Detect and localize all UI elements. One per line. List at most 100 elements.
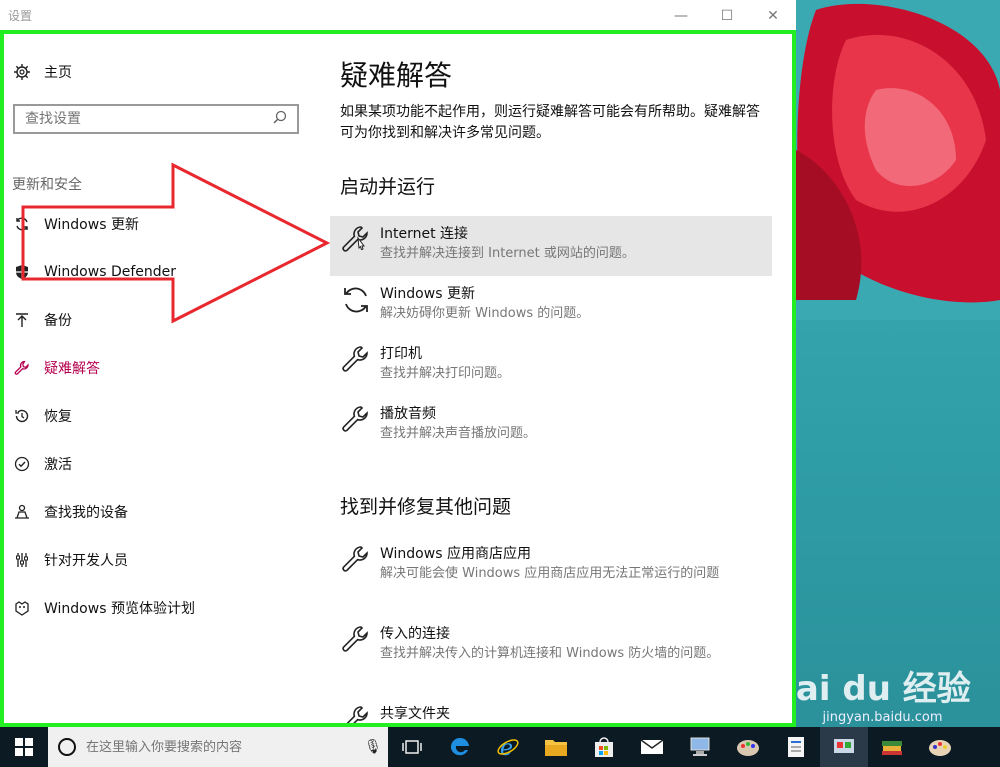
sidebar-item-for-developers[interactable]: 针对开发人员 xyxy=(12,536,195,584)
taskbar-app-network[interactable] xyxy=(676,727,724,767)
palette-icon xyxy=(929,740,951,756)
gear-icon xyxy=(12,62,32,82)
settings-search-input[interactable] xyxy=(25,111,273,127)
search-icon[interactable] xyxy=(273,110,297,128)
taskbar-settings-active[interactable] xyxy=(820,727,868,767)
item-name: Internet 连接 xyxy=(380,226,469,242)
taskbar-store[interactable] xyxy=(580,727,628,767)
taskbar: 🎙 e xyxy=(0,727,1000,767)
refresh-icon xyxy=(344,287,368,313)
sidebar-item-activation[interactable]: 激活 xyxy=(12,440,195,488)
troubleshooter-playing-audio[interactable]: 播放音频 查找并解决声音播放问题。 xyxy=(330,396,772,456)
taskbar-search-input[interactable] xyxy=(86,739,358,755)
sidebar-item-label: Windows 更新 xyxy=(44,217,139,233)
sidebar-item-windows-update[interactable]: Windows 更新 xyxy=(12,200,195,248)
taskbar-app-paint[interactable] xyxy=(724,727,772,767)
store-bag-icon xyxy=(595,737,613,757)
internet-explorer-icon: e xyxy=(497,736,519,759)
task-view-button[interactable] xyxy=(388,727,436,767)
sidebar-item-label: 备份 xyxy=(44,313,72,329)
item-name: Windows 应用商店应用 xyxy=(380,546,531,562)
troubleshooter-printer[interactable]: 打印机 查找并解决打印问题。 xyxy=(330,336,772,396)
item-name: Windows 更新 xyxy=(380,286,475,302)
troubleshooter-store-apps[interactable]: Windows 应用商店应用 解决可能会使 Windows 应用商店应用无法正常… xyxy=(330,536,772,612)
wrench-icon xyxy=(12,358,32,378)
item-desc: 查找并解决连接到 Internet 或网站的问题。 xyxy=(380,246,635,261)
settings-search-box[interactable] xyxy=(13,104,299,134)
watermark-url: jingyan.baidu.com xyxy=(822,710,943,725)
sidebar-item-label: 针对开发人员 xyxy=(44,553,128,569)
check-circle-icon xyxy=(12,454,32,474)
section-update-security: 更新和安全 xyxy=(12,177,82,193)
start-button[interactable] xyxy=(0,727,48,767)
sidebar-item-recovery[interactable]: 恢复 xyxy=(12,392,195,440)
sidebar-item-troubleshoot[interactable]: 疑难解答 xyxy=(0,344,195,392)
wrench-icon xyxy=(342,346,368,372)
sidebar-item-label: Windows 预览体验计划 xyxy=(44,601,195,617)
sidebar-item-windows-insider[interactable]: Windows 预览体验计划 xyxy=(12,584,195,632)
nav-home-label: 主页 xyxy=(44,65,72,81)
books-icon xyxy=(882,741,902,755)
history-icon xyxy=(12,406,32,426)
title-bar: 设置 — ☐ ✕ xyxy=(0,0,796,32)
palette-icon xyxy=(737,740,759,756)
troubleshooter-incoming-connections[interactable]: 传入的连接 查找并解决传入的计算机连接和 Windows 防火墙的问题。 xyxy=(330,616,772,692)
control-panel-icon xyxy=(834,739,854,753)
svg-text:e: e xyxy=(500,736,513,759)
sidebar-item-label: Windows Defender xyxy=(44,264,177,280)
taskbar-app-books[interactable] xyxy=(868,727,916,767)
troubleshooter-shared-folders[interactable]: 共享文件夹 xyxy=(330,696,772,727)
sidebar-item-label: 查找我的设备 xyxy=(44,505,128,521)
item-desc: 查找并解决打印问题。 xyxy=(380,366,511,381)
item-name: 播放音频 xyxy=(380,406,436,422)
item-name: 共享文件夹 xyxy=(380,706,450,722)
flower-wallpaper-image xyxy=(796,0,1000,320)
wrench-icon xyxy=(342,546,368,572)
sidebar-item-windows-defender[interactable]: Windows Defender xyxy=(12,248,195,296)
section-find-and-fix-other: 找到并修复其他问题 xyxy=(340,496,512,518)
wrench-icon xyxy=(342,626,368,652)
settings-window: 设置 — ☐ ✕ 主页 更新和安全 Windows 更新 xyxy=(0,0,796,727)
upload-icon xyxy=(12,310,32,330)
maximize-button[interactable]: ☐ xyxy=(704,0,750,32)
troubleshooter-internet-connections[interactable]: Internet 连接 查找并解决连接到 Internet 或网站的问题。 xyxy=(330,216,772,276)
section-get-up-and-running: 启动并运行 xyxy=(340,176,436,198)
page-title: 疑难解答 xyxy=(340,59,453,92)
item-name: 打印机 xyxy=(380,346,422,362)
nav-list: Windows 更新 Windows Defender 备份 疑难解答 恢复 激… xyxy=(0,200,195,632)
windows-logo-icon xyxy=(15,738,33,756)
task-view-icon xyxy=(402,740,422,754)
wrench-icon xyxy=(342,406,368,432)
item-desc: 解决可能会使 Windows 应用商店应用无法正常运行的问题 xyxy=(380,566,720,581)
developer-icon xyxy=(12,550,32,570)
taskbar-app-paint2[interactable] xyxy=(916,727,964,767)
taskbar-ie[interactable]: e xyxy=(484,727,532,767)
watermark-brand: Bai du 经验 xyxy=(770,669,971,709)
taskbar-mail[interactable] xyxy=(628,727,676,767)
item-desc: 查找并解决声音播放问题。 xyxy=(380,426,537,441)
taskbar-file-explorer[interactable] xyxy=(532,727,580,767)
network-computer-icon xyxy=(690,737,710,756)
sidebar-item-find-my-device[interactable]: 查找我的设备 xyxy=(12,488,195,536)
microphone-icon[interactable]: 🎙 xyxy=(358,739,388,755)
taskbar-app-document[interactable] xyxy=(772,727,820,767)
troubleshooter-windows-update[interactable]: Windows 更新 解决妨碍你更新 Windows 的问题。 xyxy=(330,276,772,336)
folder-icon xyxy=(545,740,567,756)
person-location-icon xyxy=(12,502,32,522)
taskbar-search-box[interactable]: 🎙 xyxy=(48,727,388,767)
wrench-icon xyxy=(342,226,368,252)
cortana-icon[interactable] xyxy=(58,738,76,756)
shield-icon xyxy=(12,262,32,282)
insider-icon xyxy=(12,598,32,618)
close-button[interactable]: ✕ xyxy=(750,0,796,32)
troubleshoot-content: 疑难解答 如果某项功能不起作用，则运行疑难解答可能会有所帮助。疑难解答可为你找到… xyxy=(330,32,780,727)
nav-home[interactable]: 主页 xyxy=(12,62,72,82)
sidebar-item-label: 恢复 xyxy=(44,409,72,425)
taskbar-edge[interactable] xyxy=(436,727,484,767)
edge-browser-icon xyxy=(450,737,469,756)
item-desc: 查找并解决传入的计算机连接和 Windows 防火墙的问题。 xyxy=(380,646,720,661)
intro-text: 如果某项功能不起作用，则运行疑难解答可能会有所帮助。疑难解答可为你找到和解决许多… xyxy=(340,104,760,141)
settings-sidebar: 主页 更新和安全 Windows 更新 Windows Defender xyxy=(0,32,318,727)
minimize-button[interactable]: — xyxy=(658,0,704,32)
sidebar-item-backup[interactable]: 备份 xyxy=(12,296,195,344)
